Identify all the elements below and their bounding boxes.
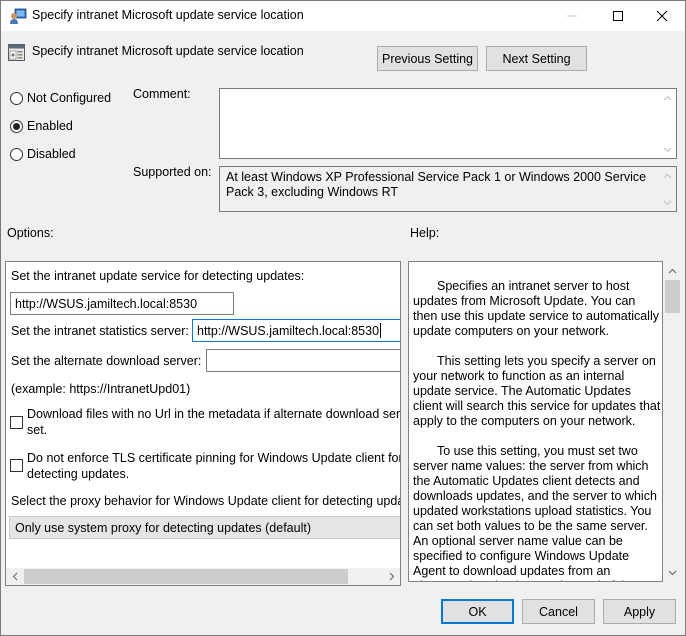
policy-setting-icon — [8, 44, 25, 61]
supported-scrollbar[interactable] — [659, 167, 676, 211]
alternate-download-label: Set the alternate download server: — [11, 354, 202, 368]
tls-pinning-label-2: detecting updates. — [27, 467, 130, 481]
scroll-right-icon[interactable] — [383, 568, 400, 585]
radio-button[interactable] — [10, 147, 23, 161]
scrollbar-thumb[interactable] — [24, 569, 348, 584]
scroll-down-icon[interactable] — [659, 194, 676, 211]
scroll-left-icon[interactable] — [6, 568, 23, 585]
comment-label: Comment: — [133, 87, 191, 101]
update-service-value: http://WSUS.jamiltech.local:8530 — [15, 296, 198, 311]
radio-disabled[interactable]: Disabled — [10, 147, 76, 161]
supported-on-field: At least Windows XP Professional Service… — [219, 166, 677, 212]
proxy-behavior-label: Select the proxy behavior for Windows Up… — [11, 494, 401, 508]
comment-scrollbar[interactable] — [659, 89, 676, 158]
help-vertical-scrollbar[interactable] — [664, 261, 681, 582]
minimize-button[interactable] — [549, 1, 595, 31]
previous-setting-button[interactable]: Previous Setting — [377, 46, 478, 71]
radio-label: Not Configured — [27, 91, 112, 105]
minimize-icon — [567, 15, 577, 17]
maximize-icon — [613, 11, 623, 21]
comment-textarea[interactable] — [219, 88, 677, 159]
help-paragraph: This setting lets you specify a server o… — [413, 354, 661, 428]
ok-button[interactable]: OK — [441, 599, 514, 624]
help-panel: Specifies an intranet server to host upd… — [408, 261, 663, 582]
radio-button[interactable] — [10, 119, 23, 133]
scrollbar-thumb[interactable] — [665, 280, 680, 313]
download-no-url-label-1: Download files with no Url in the metada… — [27, 407, 401, 421]
radio-enabled[interactable]: Enabled — [10, 119, 73, 133]
update-service-input[interactable]: http://WSUS.jamiltech.local:8530 — [10, 292, 234, 315]
example-text: (example: https://IntranetUpd01) — [11, 382, 191, 396]
statistics-server-value: http://WSUS.jamiltech.local:8530 — [197, 323, 380, 338]
help-heading: Help: — [410, 226, 440, 240]
apply-button[interactable]: Apply — [603, 599, 676, 624]
scroll-up-icon[interactable] — [659, 89, 676, 106]
scroll-down-icon[interactable] — [659, 141, 676, 158]
radio-not-configured[interactable]: Not Configured — [10, 91, 111, 105]
download-no-url-checkbox[interactable] — [10, 416, 23, 429]
options-horizontal-scrollbar[interactable] — [6, 568, 400, 585]
tls-pinning-label-1: Do not enforce TLS certificate pinning f… — [27, 451, 401, 465]
statistics-server-input[interactable]: http://WSUS.jamiltech.local:8530 — [192, 319, 400, 342]
policy-title: Specify intranet Microsoft update servic… — [32, 44, 304, 58]
title-bar: Specify intranet Microsoft update servic… — [1, 1, 685, 31]
scroll-down-icon[interactable] — [664, 564, 681, 581]
tls-pinning-checkbox[interactable] — [10, 459, 23, 472]
update-service-label: Set the intranet update service for dete… — [11, 269, 305, 283]
help-paragraph: Specifies an intranet server to host upd… — [413, 279, 659, 338]
close-icon — [656, 10, 668, 22]
options-panel: Set the intranet update service for dete… — [5, 261, 401, 586]
radio-selected-dot — [13, 122, 20, 130]
scroll-up-icon[interactable] — [659, 167, 676, 184]
help-paragraph: To use this setting, you must set two se… — [413, 444, 657, 581]
supported-on-text: At least Windows XP Professional Service… — [226, 170, 647, 199]
maximize-button[interactable] — [595, 1, 641, 31]
help-text: Specifies an intranet server to host upd… — [413, 279, 661, 581]
radio-button[interactable] — [10, 91, 23, 105]
options-heading: Options: — [7, 226, 54, 240]
radio-label: Enabled — [27, 119, 73, 133]
text-caret — [380, 323, 382, 338]
proxy-behavior-value: Only use system proxy for detecting upda… — [15, 520, 311, 535]
statistics-server-label: Set the intranet statistics server: — [11, 324, 189, 338]
cancel-button[interactable]: Cancel — [522, 599, 595, 624]
scroll-up-icon[interactable] — [664, 262, 681, 279]
close-button[interactable] — [639, 1, 685, 31]
alternate-download-input[interactable] — [206, 349, 400, 372]
supported-on-label: Supported on: — [133, 165, 212, 179]
radio-label: Disabled — [27, 147, 76, 161]
group-policy-app-icon — [10, 8, 27, 24]
window-title: Specify intranet Microsoft update servic… — [32, 8, 304, 22]
policy-dialog: Specify intranet Microsoft update servic… — [0, 0, 686, 636]
proxy-behavior-dropdown[interactable]: Only use system proxy for detecting upda… — [9, 516, 400, 539]
download-no-url-label-2: set. — [27, 423, 48, 437]
next-setting-button[interactable]: Next Setting — [486, 46, 587, 71]
